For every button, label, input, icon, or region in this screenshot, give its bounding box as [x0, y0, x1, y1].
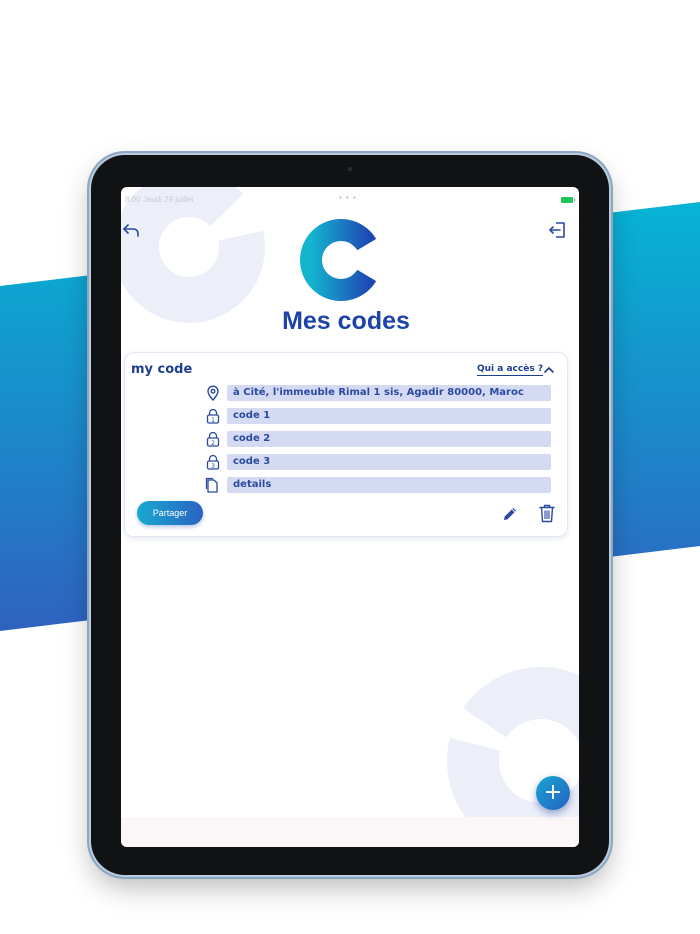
front-camera	[348, 167, 352, 171]
edit-button[interactable]	[501, 505, 519, 523]
delete-button[interactable]	[538, 503, 556, 523]
code-3-row: 3 code 3	[205, 454, 555, 470]
address-row: à Cité, l'immeuble Rimal 1 sis, Agadir 8…	[205, 385, 555, 401]
chevron-up-icon[interactable]	[543, 365, 555, 375]
code-2-field[interactable]: code 2	[227, 431, 551, 447]
lock-3-icon: 3	[206, 454, 220, 470]
code-1-field[interactable]: code 1	[227, 408, 551, 424]
lock-number: 3	[211, 463, 215, 470]
logout-button[interactable]	[547, 219, 569, 241]
lock-2-icon: 2	[206, 431, 220, 447]
trash-icon	[539, 504, 555, 523]
tablet-device: 8:00 Jeudi 29 juillet • • • Mes codes my…	[91, 155, 609, 875]
lock-1-icon: 1	[206, 408, 220, 424]
code-1-row: 1 code 1	[205, 408, 555, 424]
code-card-title: my code	[131, 362, 193, 377]
logout-icon	[549, 222, 565, 238]
code-2-row: 2 code 2	[205, 431, 555, 447]
status-bar-time: 8:00 Jeudi 29 juillet	[125, 195, 194, 204]
details-row: details	[205, 477, 555, 493]
add-code-button[interactable]: +	[536, 776, 570, 810]
who-has-access-link[interactable]: Qui a accès ?	[477, 364, 544, 376]
home-indicator-area	[121, 817, 579, 847]
undo-arrow-icon	[123, 224, 139, 237]
status-date: Jeudi 29 juillet	[142, 195, 194, 204]
app-logo	[300, 219, 391, 301]
plus-icon: +	[543, 780, 563, 805]
back-button[interactable]	[121, 219, 143, 241]
details-field[interactable]: details	[227, 477, 551, 493]
code-card: my code Qui a accès ? à Cité, l'immeuble…	[124, 352, 568, 537]
multitasking-dots[interactable]: • • •	[339, 193, 357, 202]
page-title: Mes codes	[282, 307, 410, 335]
pencil-icon	[504, 508, 516, 520]
location-pin-icon	[207, 385, 219, 401]
status-time: 8:00	[125, 195, 141, 204]
code-3-field[interactable]: code 3	[227, 454, 551, 470]
documents-icon	[205, 477, 218, 493]
app-screen: 8:00 Jeudi 29 juillet • • • Mes codes my…	[121, 187, 579, 847]
share-button[interactable]: Partager	[137, 501, 203, 525]
address-field[interactable]: à Cité, l'immeuble Rimal 1 sis, Agadir 8…	[227, 385, 551, 401]
lock-number: 2	[211, 440, 215, 447]
lock-number: 1	[211, 417, 215, 424]
battery-icon	[561, 197, 575, 203]
